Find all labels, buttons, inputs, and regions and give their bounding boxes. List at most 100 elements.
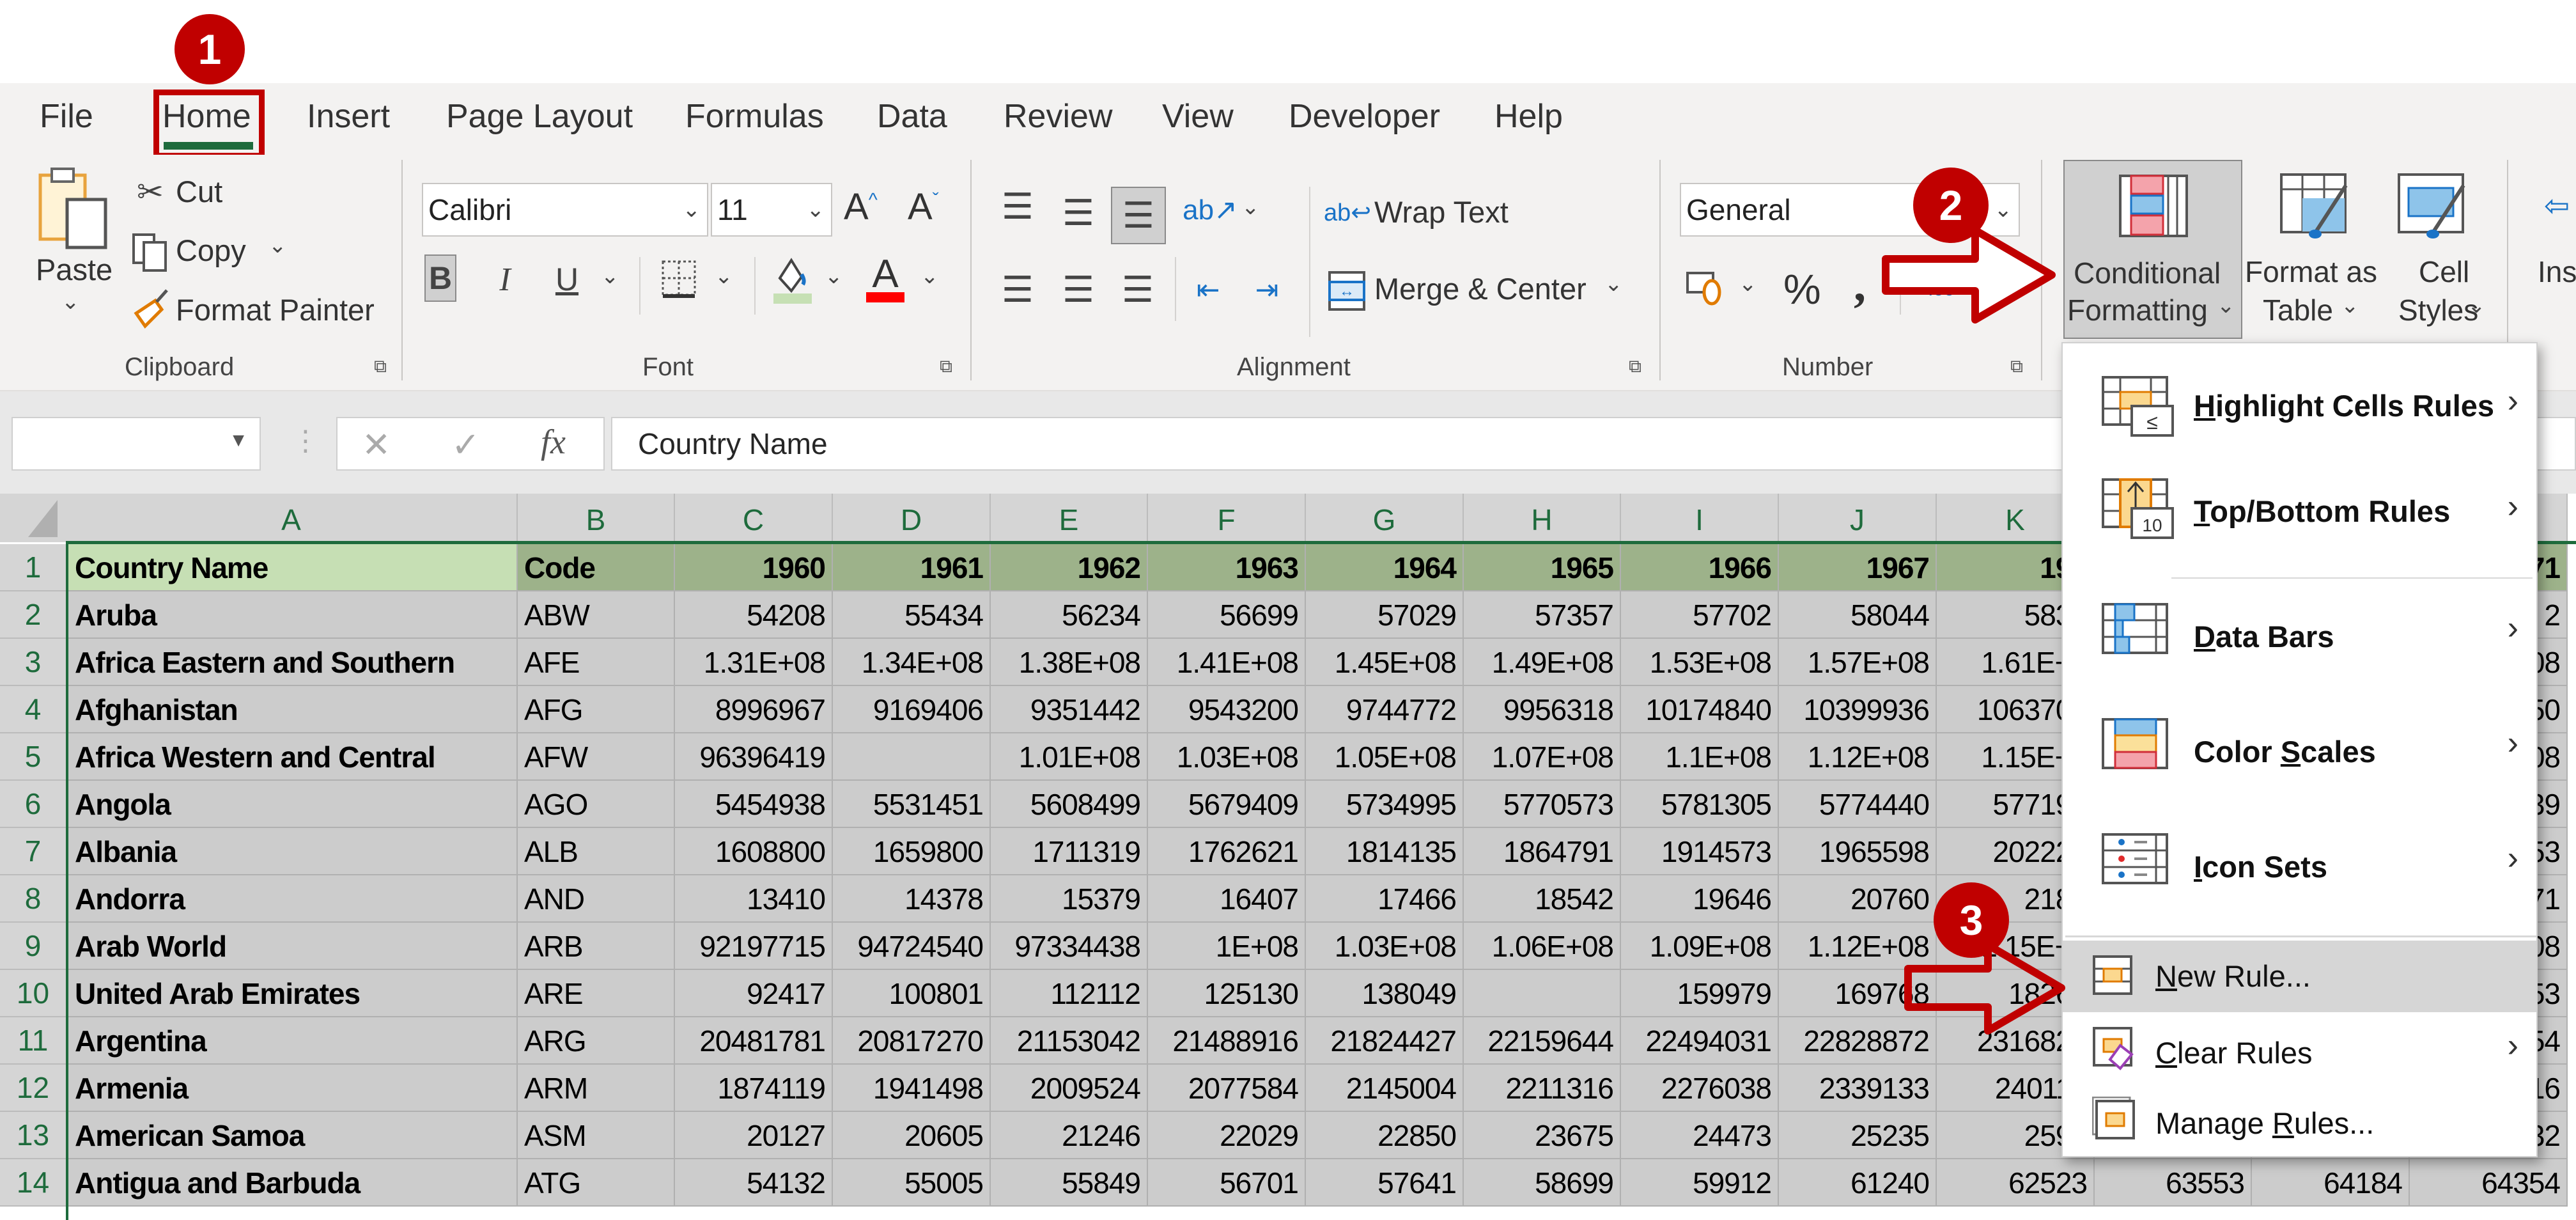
- table-cell[interactable]: [833, 733, 991, 781]
- paste-label[interactable]: Paste: [36, 252, 113, 287]
- table-cell[interactable]: 22029: [1148, 1112, 1306, 1159]
- font-color-icon[interactable]: A: [863, 251, 908, 306]
- table-cell[interactable]: 10399936: [1779, 686, 1937, 733]
- tab-page-layout[interactable]: Page Layout: [446, 97, 633, 136]
- table-cell[interactable]: 1.09E+08: [1621, 923, 1779, 970]
- table-cell[interactable]: 58699: [1464, 1159, 1621, 1207]
- orientation-icon[interactable]: ab↗: [1183, 184, 1238, 235]
- table-cell[interactable]: 20481781: [675, 1017, 833, 1065]
- paste-icon[interactable]: [32, 168, 115, 251]
- copy-dropdown-icon[interactable]: ⌄: [268, 233, 287, 258]
- table-cell[interactable]: 9351442: [991, 686, 1148, 733]
- table-cell[interactable]: 54208: [675, 591, 833, 639]
- formula-bar-grip-icon[interactable]: ⋮: [291, 425, 320, 457]
- header-cell[interactable]: 1967: [1779, 544, 1937, 591]
- font-size-combo[interactable]: 11 ⌄: [711, 183, 832, 237]
- decrease-indent-icon[interactable]: ⇤: [1188, 267, 1229, 312]
- table-cell[interactable]: AGO: [518, 781, 675, 828]
- table-cell[interactable]: 22159644: [1464, 1017, 1621, 1065]
- column-header-a[interactable]: A: [66, 494, 518, 542]
- table-cell[interactable]: 21246: [991, 1112, 1148, 1159]
- table-cell[interactable]: 1874119: [675, 1065, 833, 1112]
- alignment-launcher-icon[interactable]: ⧉: [1629, 357, 1648, 376]
- column-header-b[interactable]: B: [518, 494, 675, 542]
- table-cell[interactable]: 94724540: [833, 923, 991, 970]
- name-box[interactable]: ▼: [12, 417, 261, 471]
- table-cell[interactable]: ASM: [518, 1112, 675, 1159]
- accounting-format-icon[interactable]: [1685, 265, 1723, 309]
- row-header[interactable]: 10: [0, 970, 66, 1017]
- cell-styles-button[interactable]: Cell Styles ⌄: [2382, 161, 2497, 340]
- row-header[interactable]: 14: [0, 1159, 66, 1207]
- table-cell[interactable]: 21488916: [1148, 1017, 1306, 1065]
- table-cell[interactable]: 1E+08: [1148, 923, 1306, 970]
- table-cell[interactable]: 1965598: [1779, 828, 1937, 875]
- table-cell[interactable]: 16407: [1148, 875, 1306, 923]
- table-cell[interactable]: Albania: [68, 828, 518, 875]
- increase-font-size-icon[interactable]: A^: [844, 185, 878, 228]
- table-cell[interactable]: AFW: [518, 733, 675, 781]
- table-cell[interactable]: 56699: [1148, 591, 1306, 639]
- column-header-g[interactable]: G: [1306, 494, 1464, 542]
- bold-button[interactable]: B: [424, 254, 456, 302]
- table-cell[interactable]: Argentina: [68, 1017, 518, 1065]
- cancel-icon[interactable]: ✕: [362, 425, 391, 465]
- borders-dropdown-icon[interactable]: ⌄: [715, 263, 733, 289]
- table-cell[interactable]: 112112: [991, 970, 1148, 1017]
- tab-help[interactable]: Help: [1494, 97, 1563, 136]
- comma-style-button[interactable]: ,: [1854, 257, 1866, 313]
- table-cell[interactable]: 57357: [1464, 591, 1621, 639]
- table-cell[interactable]: Antigua and Barbuda: [68, 1159, 518, 1207]
- table-cell[interactable]: 18542: [1464, 875, 1621, 923]
- table-cell[interactable]: 22494031: [1621, 1017, 1779, 1065]
- row-header[interactable]: 13: [0, 1112, 66, 1159]
- table-cell[interactable]: ARG: [518, 1017, 675, 1065]
- percent-style-button[interactable]: %: [1783, 265, 1821, 313]
- column-header-d[interactable]: D: [833, 494, 991, 542]
- table-cell[interactable]: 24473: [1621, 1112, 1779, 1159]
- table-cell[interactable]: 1941498: [833, 1065, 991, 1112]
- table-cell[interactable]: 1.53E+08: [1621, 639, 1779, 686]
- table-cell[interactable]: 57702: [1621, 591, 1779, 639]
- table-cell[interactable]: Armenia: [68, 1065, 518, 1112]
- table-cell[interactable]: 23675: [1464, 1112, 1621, 1159]
- table-cell[interactable]: 20127: [675, 1112, 833, 1159]
- table-cell[interactable]: AFG: [518, 686, 675, 733]
- table-cell[interactable]: 1.01E+08: [991, 733, 1148, 781]
- table-cell[interactable]: 2339133: [1779, 1065, 1937, 1112]
- table-cell[interactable]: Angola: [68, 781, 518, 828]
- format-painter-button[interactable]: Format Painter: [176, 292, 375, 327]
- increase-indent-icon[interactable]: ⇥: [1246, 267, 1287, 312]
- table-cell[interactable]: 138049: [1306, 970, 1464, 1017]
- table-cell[interactable]: 19646: [1621, 875, 1779, 923]
- table-cell[interactable]: Africa Eastern and Southern: [68, 639, 518, 686]
- insert-function-icon[interactable]: fx: [541, 422, 566, 462]
- table-cell[interactable]: ABW: [518, 591, 675, 639]
- table-cell[interactable]: 1.06E+08: [1464, 923, 1621, 970]
- column-header-e[interactable]: E: [991, 494, 1148, 542]
- table-cell[interactable]: 9956318: [1464, 686, 1621, 733]
- column-header-i[interactable]: I: [1621, 494, 1779, 542]
- column-header-c[interactable]: C: [675, 494, 833, 542]
- table-cell[interactable]: [1464, 970, 1621, 1017]
- table-cell[interactable]: 9169406: [833, 686, 991, 733]
- header-cell[interactable]: 1964: [1306, 544, 1464, 591]
- table-cell[interactable]: ARB: [518, 923, 675, 970]
- table-cell[interactable]: 55434: [833, 591, 991, 639]
- header-cell[interactable]: 1966: [1621, 544, 1779, 591]
- table-cell[interactable]: 5454938: [675, 781, 833, 828]
- cut-icon[interactable]: ✂: [134, 173, 166, 211]
- header-cell[interactable]: Code: [518, 544, 675, 591]
- row-header[interactable]: 8: [0, 875, 66, 923]
- borders-icon[interactable]: [658, 257, 699, 302]
- font-launcher-icon[interactable]: ⧉: [940, 357, 959, 376]
- align-right-icon[interactable]: ☰: [1117, 267, 1158, 312]
- bottom-align-icon[interactable]: ☰: [1111, 187, 1166, 244]
- table-cell[interactable]: 64184: [2252, 1159, 2410, 1207]
- table-cell[interactable]: Andorra: [68, 875, 518, 923]
- chevron-down-icon[interactable]: ⌄: [807, 184, 825, 235]
- table-cell[interactable]: 92197715: [675, 923, 833, 970]
- align-center-icon[interactable]: ☰: [1058, 267, 1099, 312]
- table-cell[interactable]: Aruba: [68, 591, 518, 639]
- header-cell[interactable]: Country Name: [68, 544, 518, 591]
